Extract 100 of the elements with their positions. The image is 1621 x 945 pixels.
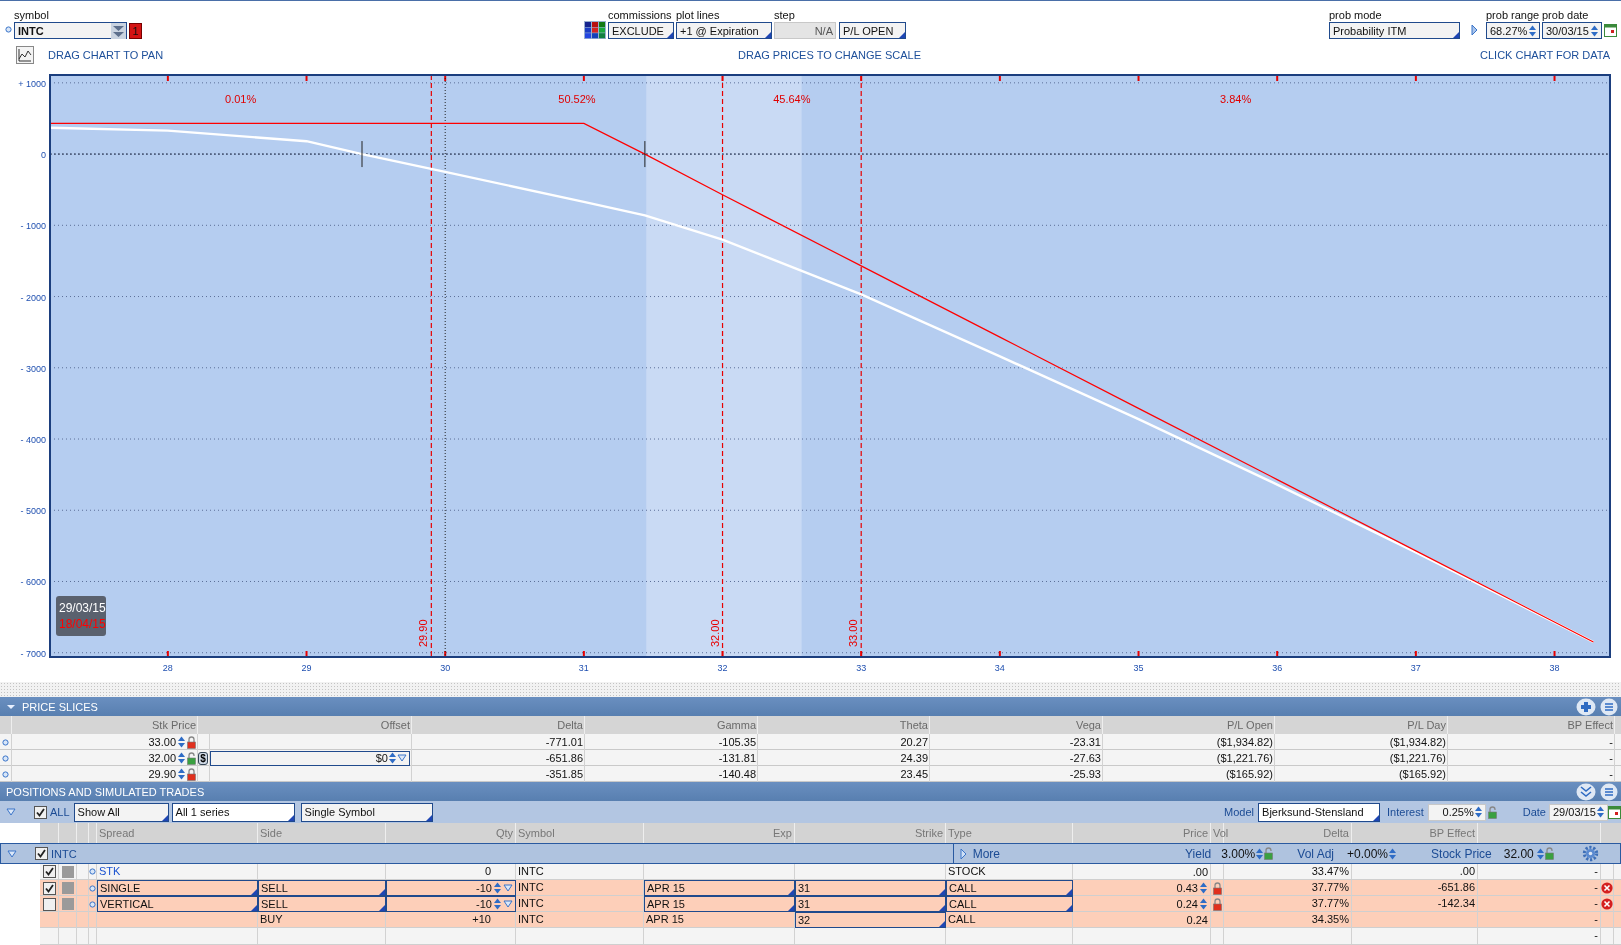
table-cell-text: 0.43 bbox=[1175, 881, 1198, 895]
stock-price-label: Stock Price bbox=[1431, 846, 1492, 861]
strike-dropdown[interactable]: 32 bbox=[795, 912, 946, 928]
table-cell-text: 29.90 bbox=[147, 767, 176, 782]
table-row[interactable]: BUY +10 INTC APR 15 32 CALL 0.24 34.35% - bbox=[40, 912, 1621, 928]
field-label: symbol bbox=[14, 8, 50, 22]
model-dropdown[interactable]: Bjerksund-Stensland bbox=[1258, 802, 1381, 822]
commissions-dropdown[interactable]: EXCLUDE bbox=[608, 22, 674, 39]
spread-link[interactable]: STK bbox=[97, 864, 258, 879]
prob-range-field[interactable]: 68.27% bbox=[1486, 22, 1540, 39]
interest-label: Interest bbox=[1387, 806, 1424, 818]
x-tick-label: 28 bbox=[162, 663, 173, 673]
filter-dropdown[interactable]: Show All bbox=[73, 802, 169, 822]
table-cell-text: .00 bbox=[1191, 864, 1208, 879]
y-tick-label: 0 bbox=[41, 150, 46, 161]
legend-date: 29/03/15 bbox=[59, 601, 106, 615]
hint-text: CLICK CHART FOR DATA bbox=[1480, 48, 1610, 61]
y-tick-label: - 1000 bbox=[20, 221, 46, 232]
field-label: prob date bbox=[1542, 8, 1590, 22]
prob-mode-dropdown[interactable]: Probability ITM bbox=[1329, 22, 1460, 39]
price-line-label: 32.00 bbox=[708, 619, 721, 647]
x-tick-label: 30 bbox=[440, 663, 451, 673]
hint-text: DRAG PRICES TO CHANGE SCALE bbox=[738, 48, 922, 61]
interest-field[interactable]: 0.25% bbox=[1427, 803, 1486, 821]
table-cell-text: 33.00 bbox=[147, 735, 176, 750]
plot-lines-dropdown[interactable]: +1 @ Expiration bbox=[676, 22, 772, 39]
strike-dropdown[interactable]: 31 bbox=[795, 880, 946, 896]
filter-dropdown[interactable]: All 1 series bbox=[171, 802, 295, 822]
quantity-field[interactable]: -10 bbox=[386, 896, 516, 912]
symbol-field[interactable]: INTC bbox=[14, 22, 127, 39]
offset-field[interactable]: $0 bbox=[210, 750, 410, 766]
table-cell-text: 0.24 bbox=[1185, 913, 1208, 927]
side-dropdown[interactable]: SELL bbox=[258, 896, 386, 912]
expiration-dropdown[interactable]: APR 15 bbox=[644, 896, 795, 912]
vol-adj-value[interactable]: +0.00% bbox=[1347, 846, 1389, 861]
table-cell: .00 bbox=[1352, 864, 1478, 879]
y-tick-label: - 3000 bbox=[20, 363, 46, 374]
table-cell: 33.47% bbox=[1224, 864, 1352, 879]
probability-label: 50.52% bbox=[558, 93, 596, 105]
table-cell: - bbox=[1478, 928, 1601, 944]
probability-label: 0.01% bbox=[225, 93, 257, 105]
x-tick-label: 34 bbox=[994, 663, 1005, 673]
hint-text: DRAG CHART TO PAN bbox=[48, 48, 165, 61]
type-dropdown[interactable]: CALL bbox=[946, 880, 1073, 896]
table-cell-text: 0.24 bbox=[1175, 897, 1198, 911]
table-row[interactable]: 32.00 $ $0 -651.86 -131.81 24.39 -27.63 ($1,221.76) ($1,221.76) - bbox=[0, 750, 1621, 766]
table-cell: - bbox=[1478, 864, 1601, 879]
x-tick-label: 29 bbox=[301, 663, 312, 673]
side-dropdown[interactable]: SELL bbox=[258, 880, 386, 896]
x-tick-label: 33 bbox=[856, 663, 867, 673]
yield-label: Yield bbox=[1185, 846, 1212, 861]
table-row[interactable]: SINGLE SELL -10 INTC APR 15 31 CALL 0.43 37.77% -651.86 - bbox=[40, 880, 1621, 896]
table-row[interactable]: VERTICAL SELL -10 INTC APR 15 31 CALL 0.24 37.77% -142.34 - bbox=[40, 896, 1621, 912]
model-label: Model bbox=[1224, 806, 1255, 818]
strike-dropdown[interactable]: 31 bbox=[795, 896, 946, 912]
y-tick-label: - 5000 bbox=[20, 506, 46, 517]
table-row[interactable]: STK 0 INTC STOCK .00 33.47% .00 - bbox=[40, 864, 1621, 880]
probability-label: 45.64% bbox=[773, 93, 811, 105]
probability-label: 3.84% bbox=[1220, 93, 1252, 105]
y-tick-label: - 6000 bbox=[20, 577, 46, 588]
spread-dropdown[interactable]: SINGLE bbox=[97, 880, 258, 896]
x-tick-label: 36 bbox=[1272, 663, 1283, 673]
x-tick-label: 32 bbox=[717, 663, 728, 673]
y-tick-label: + 1000 bbox=[18, 78, 46, 89]
vol-adj-label: Vol Adj bbox=[1297, 846, 1334, 861]
stock-price-value[interactable]: 32.00 bbox=[1503, 846, 1534, 861]
more-button[interactable]: More bbox=[952, 844, 1006, 863]
group-row[interactable]: INTC More Yield 3.00% Vol Adj +0.00% Stock Price 32.00 bbox=[0, 843, 1621, 864]
table-row[interactable]: 33.00 -771.01 -105.35 20.27 -23.31 ($1,934.82) ($1,934.82) - bbox=[0, 734, 1621, 750]
section-title: POSITIONS AND SIMULATED TRADES bbox=[6, 785, 206, 798]
group-label: INTC bbox=[51, 847, 77, 860]
quantity-field[interactable]: -10 bbox=[386, 880, 516, 896]
y-tick-label: - 2000 bbox=[20, 292, 46, 303]
currency-button[interactable]: $ bbox=[198, 751, 208, 765]
field-label: step bbox=[774, 8, 796, 22]
x-tick-label: 35 bbox=[1133, 663, 1144, 673]
table-cell: 0 bbox=[386, 864, 516, 879]
x-tick-label: 31 bbox=[578, 663, 589, 673]
spread-dropdown[interactable]: VERTICAL bbox=[97, 896, 258, 912]
yield-value[interactable]: 3.00% bbox=[1221, 846, 1256, 861]
field-label: commissions bbox=[608, 8, 673, 22]
table-cell-text: 32.00 bbox=[147, 751, 176, 766]
table-row[interactable]: - bbox=[40, 928, 1621, 945]
date-field[interactable]: 29/03/15 bbox=[1549, 803, 1608, 821]
legend-date: 18/04/15 bbox=[59, 617, 106, 631]
field-label: plot lines bbox=[676, 8, 721, 22]
price-line-label: 33.00 bbox=[847, 619, 860, 647]
table-row[interactable]: 29.90 -351.85 -140.48 23.45 -25.93 ($165.92) ($165.92) - bbox=[0, 766, 1621, 782]
price-line-label: 29.90 bbox=[417, 619, 430, 647]
type-dropdown[interactable]: CALL bbox=[946, 896, 1073, 912]
field-label: prob range bbox=[1486, 8, 1540, 22]
y-tick-label: - 7000 bbox=[20, 648, 46, 659]
filter-dropdown[interactable]: Single Symbol bbox=[300, 802, 433, 822]
count-badge: 1 bbox=[129, 22, 142, 39]
y-tick-label: - 4000 bbox=[20, 435, 46, 445]
table-cell: INTC bbox=[516, 864, 644, 879]
field-label: prob mode bbox=[1329, 8, 1383, 22]
prob-date-field[interactable]: 30/03/15 bbox=[1542, 22, 1602, 39]
expiration-dropdown[interactable]: APR 15 bbox=[644, 880, 795, 896]
all-label: ALL bbox=[50, 806, 70, 818]
